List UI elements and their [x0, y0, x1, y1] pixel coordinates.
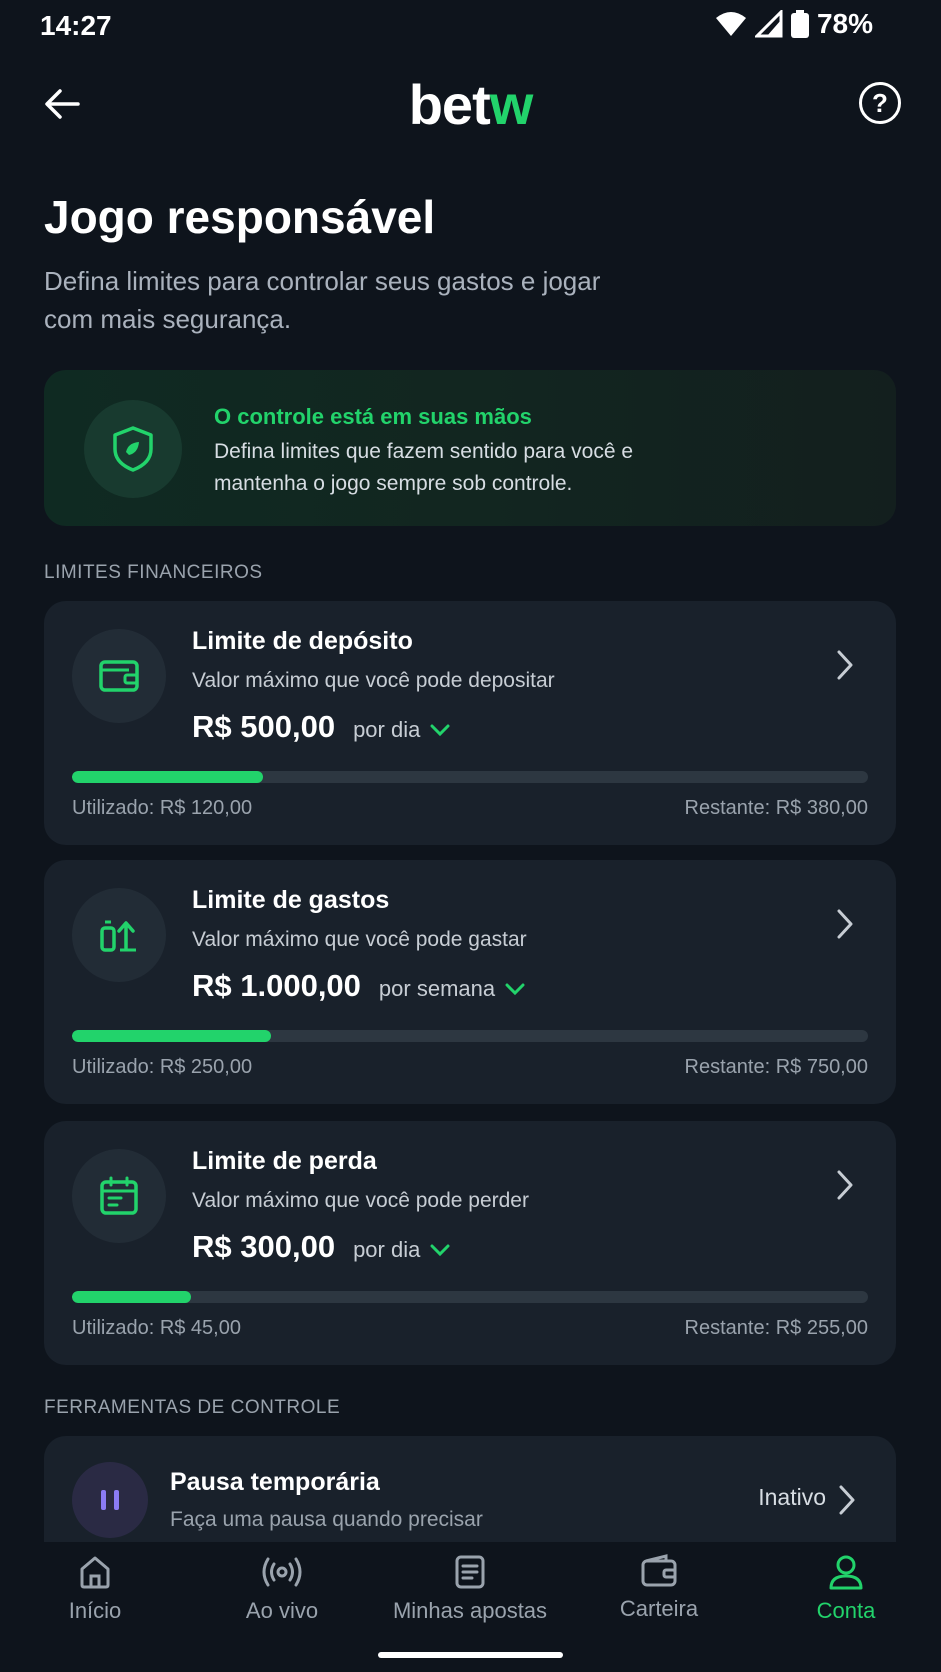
usage-progress-bar [72, 1030, 868, 1042]
pause-icon-circle [72, 1462, 148, 1538]
logo-accent: w [489, 73, 534, 136]
limit-amount: R$ 300,00 [192, 1229, 336, 1264]
banner-text: Defina limites que fazem sentido para vo… [214, 440, 634, 495]
info-banner: O controle está em suas mãos Defina limi… [44, 370, 896, 526]
pause-title: Pausa temporária [170, 1468, 380, 1496]
nav-item-account[interactable]: Conta [752, 1554, 940, 1644]
card-title: Limite de gastos [192, 886, 390, 914]
spending-limit-card[interactable]: Limite de gastos Valor máximo que você p… [44, 860, 896, 1104]
nav-item-live[interactable]: Ao vivo [188, 1554, 376, 1644]
amount-row: R$ 300,00 por dia [192, 1229, 450, 1265]
card-title: Limite de depósito [192, 627, 413, 655]
calendar-icon [100, 1176, 138, 1215]
card-description: Valor máximo que você pode perder [192, 1189, 529, 1212]
nav-item-home[interactable]: Início [1, 1554, 189, 1644]
home-indicator[interactable] [378, 1652, 563, 1658]
card-description: Valor máximo que você pode depositar [192, 669, 555, 692]
betw-logo: betw [0, 72, 941, 137]
remaining-amount: Restante: R$ 380,00 [684, 797, 868, 819]
deposit-limit-card[interactable]: Limite de depósito Valor máximo que você… [44, 601, 896, 845]
signal-icon [754, 10, 783, 38]
period-label: por semana [378, 976, 496, 1001]
app-header: betw ? [0, 70, 941, 140]
live-icon [262, 1557, 302, 1587]
banner-title: O controle está em suas mãos [214, 404, 532, 429]
chevron-down-icon [430, 724, 450, 737]
period-label: por dia [353, 717, 421, 742]
battery-percent: 78% [816, 8, 873, 39]
battery-icon [790, 10, 809, 38]
chevron-down-icon [430, 1244, 450, 1257]
nav-label: Carteira [619, 1596, 699, 1621]
amount-row: R$ 500,00 por dia [192, 709, 450, 745]
period-dropdown[interactable]: por dia [353, 1237, 450, 1263]
pause-icon [101, 1490, 119, 1510]
card-icon-circle [72, 629, 166, 723]
card-icon-circle [72, 1149, 166, 1243]
loss-limit-card[interactable]: Limite de perda Valor máximo que você po… [44, 1121, 896, 1365]
pause-description: Faça uma pausa quando precisar [170, 1508, 483, 1531]
chevron-right-icon [830, 645, 860, 685]
banner-icon-circle [84, 400, 182, 498]
nav-label: Conta [816, 1598, 876, 1623]
used-amount: Utilizado: R$ 250,00 [72, 1056, 253, 1078]
status-bar: 14:27 78% [0, 0, 941, 52]
period-dropdown[interactable]: por dia [353, 717, 450, 743]
section-label-tools: FERRAMENTAS DE CONTROLE [44, 1397, 341, 1418]
progress-fill [72, 1291, 192, 1303]
logo-main: bet [408, 73, 491, 136]
page-subtitle: Defina limites para controlar seus gasto… [44, 266, 601, 334]
status-time: 14:27 [40, 10, 112, 41]
card-title: Limite de perda [192, 1147, 377, 1175]
pause-status: Inativo [758, 1484, 826, 1510]
status-icons: 78% [715, 8, 873, 40]
help-button[interactable]: ? [859, 82, 901, 124]
wallet-icon [641, 1554, 677, 1587]
chevron-right-icon [830, 1165, 860, 1205]
used-amount: Utilizado: R$ 45,00 [72, 1317, 241, 1339]
section-label-financial: LIMITES FINANCEIROS [44, 562, 263, 583]
usage-progress-bar [72, 1291, 868, 1303]
spending-icon [100, 920, 136, 952]
nav-item-my-bets[interactable]: Minhas apostas [376, 1554, 564, 1644]
remaining-amount: Restante: R$ 750,00 [684, 1056, 868, 1078]
chevron-right-icon [832, 1480, 862, 1520]
progress-fill [72, 771, 264, 783]
card-description: Valor máximo que você pode gastar [192, 928, 527, 951]
remaining-amount: Restante: R$ 255,00 [684, 1317, 868, 1339]
wifi-icon [715, 12, 746, 36]
card-icon-circle [72, 888, 166, 982]
limit-amount: R$ 500,00 [192, 709, 336, 744]
shield-icon [113, 426, 153, 472]
amount-row: R$ 1.000,00 por semana [192, 968, 525, 1004]
chevron-right-icon [830, 904, 860, 944]
nav-item-wallet[interactable]: Carteira [565, 1554, 753, 1644]
nav-label: Início [68, 1598, 122, 1623]
bets-icon [455, 1555, 485, 1589]
wallet-icon [99, 660, 139, 692]
nav-label: Ao vivo [245, 1598, 319, 1623]
home-icon [80, 1556, 110, 1589]
period-dropdown[interactable]: por semana [379, 976, 525, 1002]
progress-fill [72, 1030, 271, 1042]
question-icon: ? [872, 87, 888, 118]
nav-label: Minhas apostas [392, 1598, 548, 1623]
chevron-down-icon [505, 983, 525, 996]
period-label: por dia [353, 1237, 421, 1262]
limit-amount: R$ 1.000,00 [192, 968, 361, 1003]
account-icon [829, 1555, 863, 1590]
usage-progress-bar [72, 771, 868, 783]
used-amount: Utilizado: R$ 120,00 [72, 797, 253, 819]
page-title: Jogo responsável [44, 191, 436, 243]
